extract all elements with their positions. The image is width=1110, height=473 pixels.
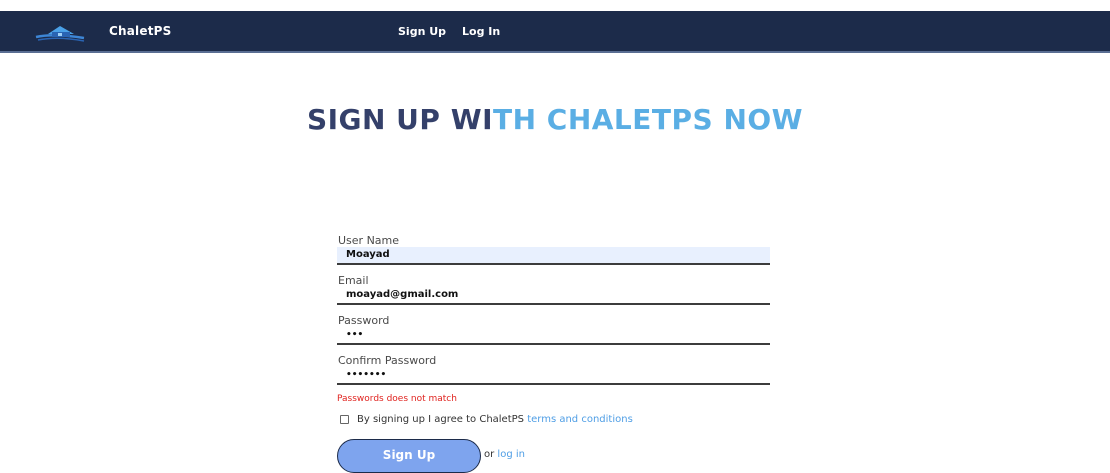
- password-mismatch-error: Passwords does not match: [337, 394, 457, 404]
- terms-text: By signing up I agree to ChaletPS: [357, 414, 525, 425]
- username-label: User Name: [338, 234, 400, 247]
- checkbox-unchecked-icon[interactable]: [340, 414, 349, 424]
- terms-row: By signing up I agree to ChaletPS terms …: [340, 414, 633, 425]
- confirm-password-label: Confirm Password: [338, 354, 437, 367]
- brand-name[interactable]: ChaletPS: [109, 24, 171, 38]
- email-label: Email: [338, 274, 369, 287]
- confirm-password-field: Confirm Password •••••••: [337, 354, 770, 385]
- username-field: User Name Moayad: [337, 234, 770, 265]
- chalet-house-logo-icon[interactable]: [34, 23, 86, 43]
- log-in-link[interactable]: log in: [497, 449, 525, 460]
- nav-log-in-link[interactable]: Log In: [462, 25, 500, 38]
- or-text: or: [484, 449, 495, 460]
- username-input[interactable]: Moayad: [337, 247, 770, 265]
- nav-sign-up-link[interactable]: Sign Up: [398, 25, 446, 38]
- password-label: Password: [338, 314, 390, 327]
- sign-up-button[interactable]: Sign Up: [337, 439, 481, 473]
- email-input[interactable]: moayad@gmail.com: [337, 287, 770, 305]
- login-alternative: or log in: [484, 449, 525, 460]
- top-navbar: ChaletPS Sign Up Log In: [0, 11, 1110, 53]
- password-input[interactable]: •••: [337, 327, 770, 345]
- confirm-password-input[interactable]: •••••••: [337, 367, 770, 385]
- email-field: Email moayad@gmail.com: [337, 274, 770, 305]
- title-part-light: TH CHALETPS NOW: [493, 103, 804, 136]
- terms-link[interactable]: terms and conditions: [527, 414, 633, 425]
- page-title: SIGN UP WITH CHALETPS NOW: [0, 103, 1110, 136]
- title-part-dark: SIGN UP WI: [306, 103, 493, 136]
- password-field: Password •••: [337, 314, 770, 345]
